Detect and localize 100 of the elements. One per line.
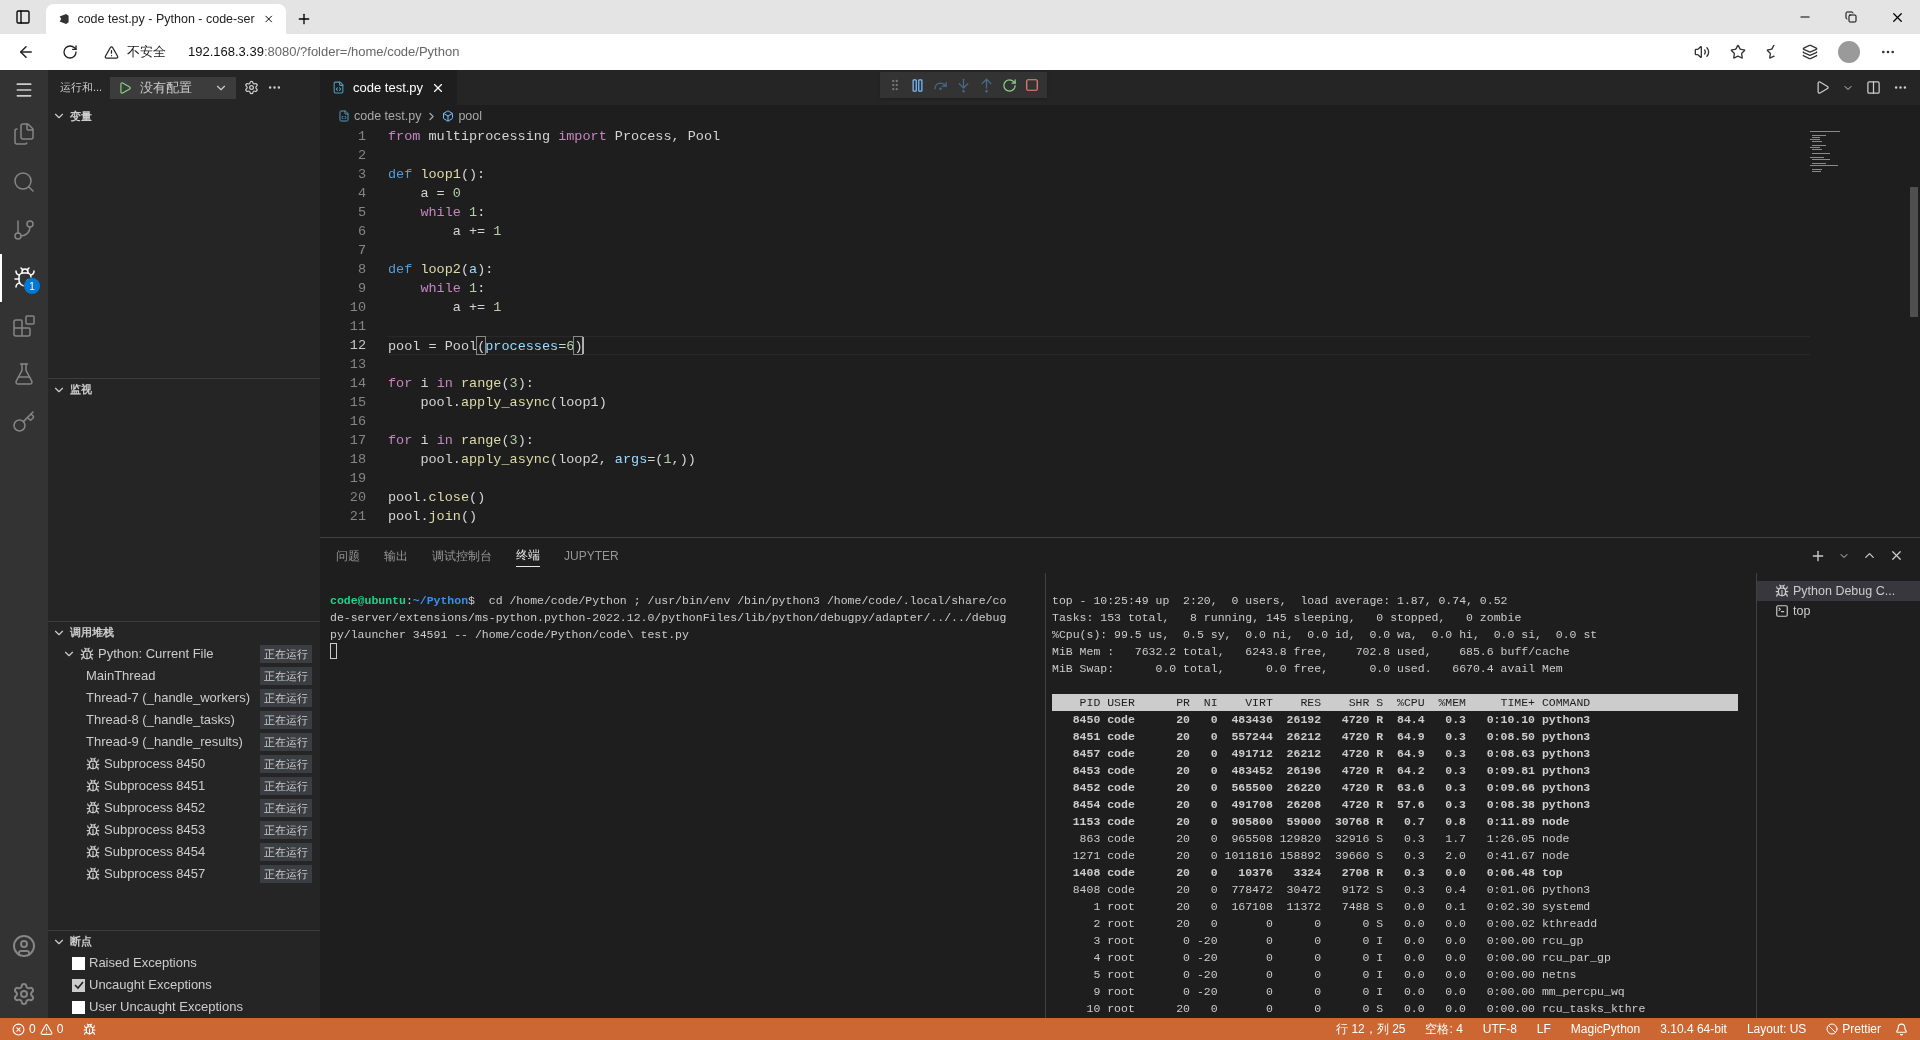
terminal-line: %Cpu(s): 99.5 us, 0.5 sy, 0.0 ni, 0.0 id, 0.0 wa, 0.0 hi, 0.0 si, 0.0 st <box>1052 627 1599 643</box>
section-header[interactable]: 监视 <box>48 378 320 400</box>
panel-tab[interactable]: 输出 <box>384 544 408 567</box>
panel-tab[interactable]: 终端 <box>516 544 540 567</box>
status-item[interactable]: Prettier <box>1820 1020 1887 1038</box>
call-stack-item[interactable]: Subprocess 8457 正在运行 <box>48 863 320 885</box>
checkbox[interactable] <box>72 956 85 970</box>
add-favorite-icon[interactable] <box>1730 44 1746 60</box>
table-cell-text: 0:00.00 <box>1485 984 1535 1000</box>
status-label: 正在运行 <box>260 821 312 839</box>
table-cell-text: 4 <box>1092 950 1101 966</box>
back-icon[interactable] <box>17 43 35 61</box>
table-cell-text: 8452 <box>1071 780 1101 796</box>
table-cell-text: 20 <box>1175 780 1190 796</box>
table-cell-text: 0 <box>1182 950 1190 966</box>
table-cell-text: 20 <box>1175 797 1190 813</box>
panel-tab[interactable]: JUPYTER <box>564 544 619 567</box>
table-cell-text: 63.6 <box>1396 780 1425 796</box>
terminal-list-item[interactable]: Python Debug C... <box>1757 581 1920 601</box>
table-cell-text: python3 <box>1540 882 1592 898</box>
new-tab-icon[interactable] <box>296 11 312 27</box>
menu-icon[interactable] <box>14 80 34 100</box>
status-item[interactable]: UTF-8 <box>1476 1020 1523 1038</box>
checkbox[interactable] <box>72 1000 85 1014</box>
call-stack-item[interactable]: Subprocess 8451 正在运行 <box>48 775 320 797</box>
sidebar-toggle-icon[interactable] <box>15 9 31 25</box>
call-stack-item[interactable]: Subprocess 8452 正在运行 <box>48 797 320 819</box>
table-cell-text: 0:08.50 <box>1485 729 1535 745</box>
config-dropdown[interactable]: 没有配置 <box>110 76 237 99</box>
checkbox[interactable] <box>72 978 85 992</box>
account-icon[interactable] <box>12 934 36 958</box>
section-header[interactable]: 断点 <box>48 930 320 952</box>
table-cell-text: 0.3 <box>1444 797 1466 813</box>
table-cell-text: I <box>1375 950 1384 966</box>
branch-icon <box>12 218 36 242</box>
profile-avatar[interactable] <box>1838 41 1860 63</box>
call-stack-item[interactable]: Thread-8 (_handle_tasks) 正在运行 <box>48 709 320 731</box>
breadcrumb[interactable]: pool <box>442 106 483 126</box>
status-label: 正在运行 <box>260 733 312 751</box>
close-icon[interactable] <box>1889 548 1904 563</box>
reload-icon[interactable] <box>62 44 78 60</box>
status-item[interactable]: LF <box>1530 1020 1557 1038</box>
status-label: 正在运行 <box>260 843 312 861</box>
status-item[interactable]: MagicPython <box>1564 1020 1647 1038</box>
call-stack-item[interactable]: Thread-9 (_handle_results) 正在运行 <box>48 731 320 753</box>
terminal-icon <box>1775 604 1789 618</box>
bell-icon[interactable] <box>1895 1022 1908 1036</box>
table-cell-text: root <box>1106 1001 1136 1017</box>
table-cell-text: R <box>1375 865 1384 881</box>
read-aloud-icon[interactable] <box>1694 44 1710 60</box>
table-cell-text: 11372 <box>1285 899 1322 915</box>
section-header[interactable]: 变量 <box>48 105 320 127</box>
browser-tab[interactable]: code test.py - Python - code-ser <box>46 4 286 34</box>
breakpoint-label: Raised Exceptions <box>89 954 197 973</box>
call-stack-item[interactable]: MainThread 正在运行 <box>48 665 320 687</box>
call-stack-item[interactable]: Subprocess 8453 正在运行 <box>48 819 320 841</box>
status-item[interactable]: Layout: US <box>1740 1020 1813 1038</box>
table-cell-text: -20 <box>1195 950 1218 966</box>
editor-tab[interactable]: code test.py <box>320 70 458 105</box>
split-editor-icon[interactable] <box>1866 80 1881 95</box>
call-stack-item[interactable]: Thread-7 (_handle_workers) 正在运行 <box>48 687 320 709</box>
collections-icon[interactable] <box>1802 44 1818 60</box>
item-label: Thread-9 (_handle_results) <box>86 733 244 752</box>
table-cell-text: 20 <box>1175 916 1190 932</box>
panel-tab[interactable]: 调试控制台 <box>432 544 492 567</box>
item-label: Thread-8 (_handle_tasks) <box>86 711 236 730</box>
debug-icon[interactable] <box>83 1022 97 1036</box>
restore-icon[interactable] <box>1845 11 1857 23</box>
warning-icon <box>104 44 119 60</box>
call-stack-item[interactable]: Python: Current File 正在运行 <box>48 643 320 665</box>
section-header[interactable]: 调用堆栈 <box>48 621 320 643</box>
panel-tab[interactable]: 问题 <box>336 544 360 567</box>
table-cell-text: 0:00.00 <box>1485 933 1535 949</box>
status-item[interactable]: 行 12，列 25 <box>1330 1020 1412 1038</box>
column-header: PID <box>1078 695 1101 711</box>
table-cell-text: code <box>1106 865 1136 881</box>
address-bar[interactable]: 不安全 192.168.3.39:8080/?folder=/home/code/Python <box>96 37 1682 67</box>
settings-icon[interactable] <box>244 80 260 95</box>
call-stack-item[interactable]: Subprocess 8450 正在运行 <box>48 753 320 775</box>
close-icon[interactable] <box>262 12 274 26</box>
pause-icon[interactable] <box>910 77 925 93</box>
status-item[interactable]: 空格: 4 <box>1419 1020 1469 1038</box>
table-cell-text: 0 <box>1209 729 1218 745</box>
stop-icon[interactable] <box>1025 78 1039 92</box>
restart-icon[interactable] <box>1002 77 1017 93</box>
code-line: while 1: <box>419 280 486 298</box>
run-icon[interactable] <box>1815 80 1830 95</box>
bug-icon <box>80 647 94 661</box>
terminal-list-item[interactable]: top <box>1757 601 1920 621</box>
code-line: pool.join() <box>388 508 478 526</box>
call-stack-item[interactable]: Subprocess 8454 正在运行 <box>48 841 320 863</box>
table-cell-text: I <box>1375 933 1384 949</box>
breadcrumb[interactable]: code test.py <box>338 106 422 126</box>
scrollbar-thumb[interactable] <box>1910 187 1918 317</box>
table-cell-text: 0:00.00 <box>1485 1001 1535 1017</box>
status-item[interactable]: 3.10.4 64-bit <box>1654 1020 1733 1038</box>
status-label: 正在运行 <box>260 689 312 707</box>
bug-icon <box>86 779 100 793</box>
table-cell-text: 0 <box>1264 916 1273 932</box>
problems-status[interactable]: 0 0 <box>12 1020 64 1038</box>
